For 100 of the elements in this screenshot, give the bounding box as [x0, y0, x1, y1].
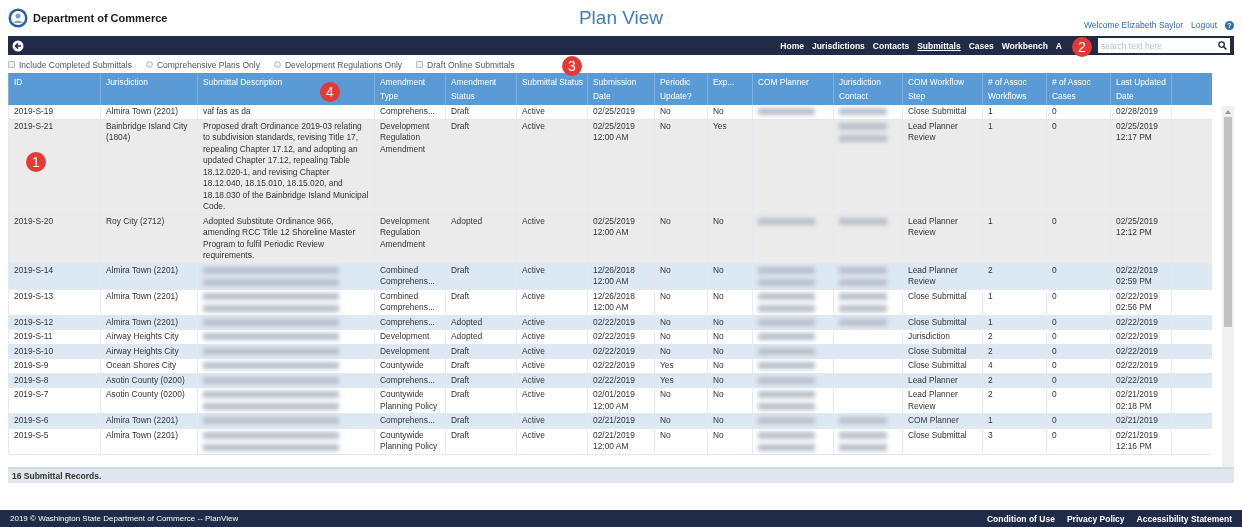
table-row[interactable]: 2019-S-5 Almira Town (2201) Countywide Planning Policy Draft Active 02/21/2019 12:00 AM No No Close Submittal 3 0 02/21/2019 12:16 PM [8, 428, 1212, 454]
table-cell: 02/21/2019 02:18 PM [1110, 387, 1172, 414]
table-cell: Active [516, 263, 588, 289]
table-cell: No [707, 387, 753, 414]
table-cell: Close Submittal [902, 105, 983, 119]
table-row[interactable]: 2019-S-7 Asotin County (0200) Countywide Planning Policy Draft Active 02/01/2019 12:00 AM No No Lead Planner Review 2 0 02/21/2019 02:18 PM [8, 387, 1212, 414]
footer-link[interactable]: Condition of Use [986, 513, 1055, 524]
table-cell: 2 [982, 344, 1047, 359]
table-cell: Adopted [445, 315, 517, 330]
logout-link[interactable]: Logout [1191, 20, 1217, 30]
table-cell: Airway Heights City [100, 344, 198, 359]
table-cell: 02/25/2019 [587, 105, 655, 119]
welcome-text: Welcome Elizabeth Saylor [1083, 20, 1183, 30]
copyright-text: 2019 © Washington State Department of Commerce -- PlanView [10, 514, 240, 523]
nav-link[interactable]: Submittals [917, 40, 961, 51]
table-cell: Active [516, 315, 588, 330]
checkbox[interactable] [416, 61, 424, 68]
table-cell: Almira Town (2201) [100, 413, 198, 428]
table-row[interactable]: 2019-S-13 Almira Town (2201) Combined Comprehens... Draft Active 12/26/2018 12:00 AM No No Close Submittal 1 0 02/22/2019 02:56 PM [8, 289, 1212, 315]
table-cell: Proposed draft Ordinance 2019-03 relating to subdivision standards, revising Title 17, repealing Chapter 17.12, and adopting an updated Chapter 17.12, repealing Table 18.12.020-1, and revising Chapter 18.12.040, 18.15.010, 18.15.020, and 18.18.030 of the Bainbridge Island Municipal Code. [197, 119, 375, 214]
table-cell: 02/25/2019 12:12 PM [1110, 214, 1172, 263]
table-cell: Lead Planner Review [902, 214, 983, 263]
table-cell: Comprehens... [374, 315, 446, 330]
table-cell: vaf fas as da [197, 105, 375, 119]
back-arrow-icon[interactable] [12, 39, 24, 52]
table-cell: 02/21/2019 12:16 PM [1110, 428, 1172, 454]
radio-button[interactable] [145, 61, 153, 68]
table-cell: 2019-S-5 [8, 428, 101, 454]
table-cell: Adopted Substitute Ordinance 966, amending RCC Title 12 Shoreline Master Program to fulfil Periodic Review requirements. [197, 214, 375, 263]
table-cell: Active [516, 289, 588, 315]
table-row[interactable]: 2019-S-14 Almira Town (2201) Combined Comprehens... Draft Active 12/26/2018 12:00 AM No No Lead Planner Review 2 0 02/22/2019 02:59 PM [8, 263, 1212, 289]
table-row[interactable]: 2019-S-19 Almira Town (2201) vaf fas as da Comprehens... Draft Active 02/25/2019 No No Close Submittal 1 0 02/28/2019 [8, 105, 1212, 119]
table-cell: No [654, 119, 708, 214]
table-cell: 02/22/2019 [587, 329, 655, 344]
table-cell: 02/22/2019 [1110, 344, 1172, 359]
table-cell: 1 [982, 119, 1047, 214]
table-cell: Comprehens... [374, 373, 446, 388]
table-cell: 0 [1046, 214, 1111, 263]
table-cell: Active [516, 358, 588, 373]
table-cell: Draft [445, 105, 517, 119]
table-cell: 0 [1046, 358, 1111, 373]
table-cell: 1 [982, 289, 1047, 315]
table-cell: Yes [654, 373, 708, 388]
radio-button[interactable] [273, 61, 281, 68]
table-cell: Combined Comprehens... [374, 289, 446, 315]
table-cell: Lead Planner Review [902, 119, 983, 214]
table-cell: Active [516, 214, 588, 263]
annotation-marker: 3 [562, 56, 582, 76]
nav-link[interactable]: Jurisdictions [811, 40, 865, 51]
nav-link[interactable]: Workbench [1001, 40, 1048, 51]
table-cell: 02/25/2019 12:00 AM [587, 214, 655, 263]
table-cell: Combined Comprehens... [374, 263, 446, 289]
table-cell: Draft [445, 344, 517, 359]
table-cell: Yes [707, 119, 753, 214]
table-cell: 0 [1046, 413, 1111, 428]
search-icon[interactable] [1218, 41, 1227, 50]
table-cell: 02/28/2019 [1110, 105, 1172, 119]
table-cell: No [707, 105, 753, 119]
nav-link[interactable]: A [1055, 40, 1062, 51]
table-cell: No [654, 329, 708, 344]
table-cell: No [707, 428, 753, 454]
table-row[interactable] [8, 214, 1212, 263]
table-cell: Draft [445, 428, 517, 454]
table-cell: 02/25/2019 12:17 PM [1110, 119, 1172, 214]
table-cell: Countywide Planning Policy [374, 387, 446, 414]
table-cell: Close Submittal [902, 315, 983, 330]
table-cell: 02/22/2019 [1110, 329, 1172, 344]
table-cell: No [654, 387, 708, 414]
table-cell: Almira Town (2201) [100, 315, 198, 330]
table-cell: Lead Planner Review [902, 263, 983, 289]
footer-link[interactable]: Privacy Policy [1066, 513, 1125, 524]
footer-link[interactable]: Accessibility Statement [1136, 513, 1232, 524]
table-cell: 02/25/2019 12:00 AM [587, 119, 655, 214]
table-cell: Active [516, 119, 588, 214]
table-cell: Lead Planner Review [902, 387, 983, 414]
table-cell: Development Regulation Amendment [374, 214, 446, 263]
table-cell: 2019-S-20 [8, 214, 101, 263]
table-cell: Comprehens... [374, 413, 446, 428]
table-cell: 0 [1046, 428, 1111, 454]
table-cell: Adopted [445, 329, 517, 344]
table-cell: Almira Town (2201) [100, 105, 198, 119]
nav-link[interactable]: Contacts [872, 40, 910, 51]
table-cell: 02/22/2019 [1110, 358, 1172, 373]
scrollbar[interactable] [1222, 106, 1234, 467]
table-cell: 0 [1046, 263, 1111, 289]
table-cell: 02/21/2019 12:00 AM [587, 428, 655, 454]
table-cell: No [707, 263, 753, 289]
search-field[interactable]: search text here [1098, 38, 1230, 53]
nav-link[interactable]: Home [780, 40, 804, 51]
table-cell: Almira Town (2201) [100, 289, 198, 315]
table-cell: 4 [982, 358, 1047, 373]
table-cell: 12/26/2018 12:00 AM [587, 289, 655, 315]
table-cell: COM Planner [902, 413, 983, 428]
table-cell: Active [516, 373, 588, 388]
table-cell: Active [516, 387, 588, 414]
nav-link[interactable]: Cases [968, 40, 994, 51]
table-cell: No [707, 214, 753, 263]
checkbox[interactable] [8, 61, 15, 68]
table-row[interactable] [8, 119, 1212, 214]
org-name: Department of Commerce [33, 12, 168, 24]
